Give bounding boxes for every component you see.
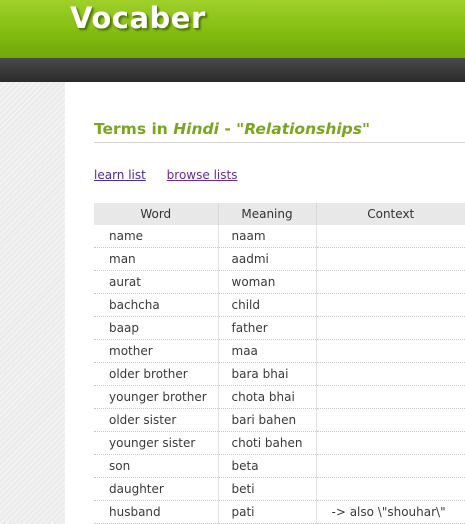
cell-context [316,454,465,478]
table-row: mother maa [94,339,465,363]
site-logo[interactable]: Vocaber [70,1,206,35]
column-header-context[interactable]: Context [316,203,465,225]
title-list-name: "Relationships" [236,120,371,138]
cell-meaning: chota bhai [218,385,317,409]
table-row: older brother bara bhai [94,362,465,386]
cell-context [316,316,465,340]
cell-word: man [94,247,219,271]
cell-meaning: maa [218,339,317,363]
page-title: Terms in Hindi - "Relationships" [94,120,370,138]
cell-meaning: pati [218,500,317,524]
cell-context [316,408,465,432]
cell-meaning: aadmi [218,247,317,271]
title-separator: - [218,120,237,138]
cell-word: older sister [94,408,219,432]
table-row: older sister bari bahen [94,408,465,432]
cell-context [316,293,465,317]
cell-context: -> also \"shouhar\" [316,500,465,524]
cell-context [316,477,465,501]
nav-bar [0,58,465,82]
cell-context [316,225,465,248]
table-row: husband pati -> also \"shouhar\" [94,500,465,524]
column-header-word[interactable]: Word [94,203,219,225]
cell-meaning: child [218,293,317,317]
cell-word: older brother [94,362,219,386]
cell-word: younger sister [94,431,219,455]
table-header-row: Word Meaning Context [94,203,465,225]
cell-context [316,270,465,294]
cell-context [316,385,465,409]
cell-word: name [94,225,219,248]
cell-word: aurat [94,270,219,294]
cell-meaning: bara bhai [218,362,317,386]
cell-context [316,431,465,455]
table-row: name naam [94,225,465,248]
cell-word: younger brother [94,385,219,409]
cell-context [316,247,465,271]
title-language: Hindi [173,120,219,138]
cell-meaning: woman [218,270,317,294]
cell-context [316,362,465,386]
table-row: younger sister choti bahen [94,431,465,455]
learn-list-link[interactable]: learn list [94,168,146,182]
terms-table: Word Meaning Context name naam man aadmi aur… [94,203,465,524]
cell-context [316,339,465,363]
table-row: man aadmi [94,247,465,271]
site-header: Vocaber [0,0,465,58]
cell-meaning: beta [218,454,317,478]
cell-word: mother [94,339,219,363]
cell-word: bachcha [94,293,219,317]
cell-word: husband [94,500,219,524]
cell-meaning: father [218,316,317,340]
column-header-meaning[interactable]: Meaning [218,203,317,225]
browse-lists-link[interactable]: browse lists [167,168,238,182]
table-row: son beta [94,454,465,478]
main-content: Terms in Hindi - "Relationships" learn l… [65,82,465,524]
cell-word: baap [94,316,219,340]
left-sidebar [0,82,65,524]
table-row: baap father [94,316,465,340]
cell-meaning: bari bahen [218,408,317,432]
table-row: bachcha child [94,293,465,317]
list-links: learn list browse lists [94,168,254,182]
title-prefix: Terms in [94,120,174,138]
cell-meaning: choti bahen [218,431,317,455]
table-row: aurat woman [94,270,465,294]
table-row: younger brother chota bhai [94,385,465,409]
cell-word: daughter [94,477,219,501]
cell-meaning: beti [218,477,317,501]
title-divider [94,142,465,143]
cell-meaning: naam [218,225,317,248]
cell-word: son [94,454,219,478]
table-row: daughter beti [94,477,465,501]
